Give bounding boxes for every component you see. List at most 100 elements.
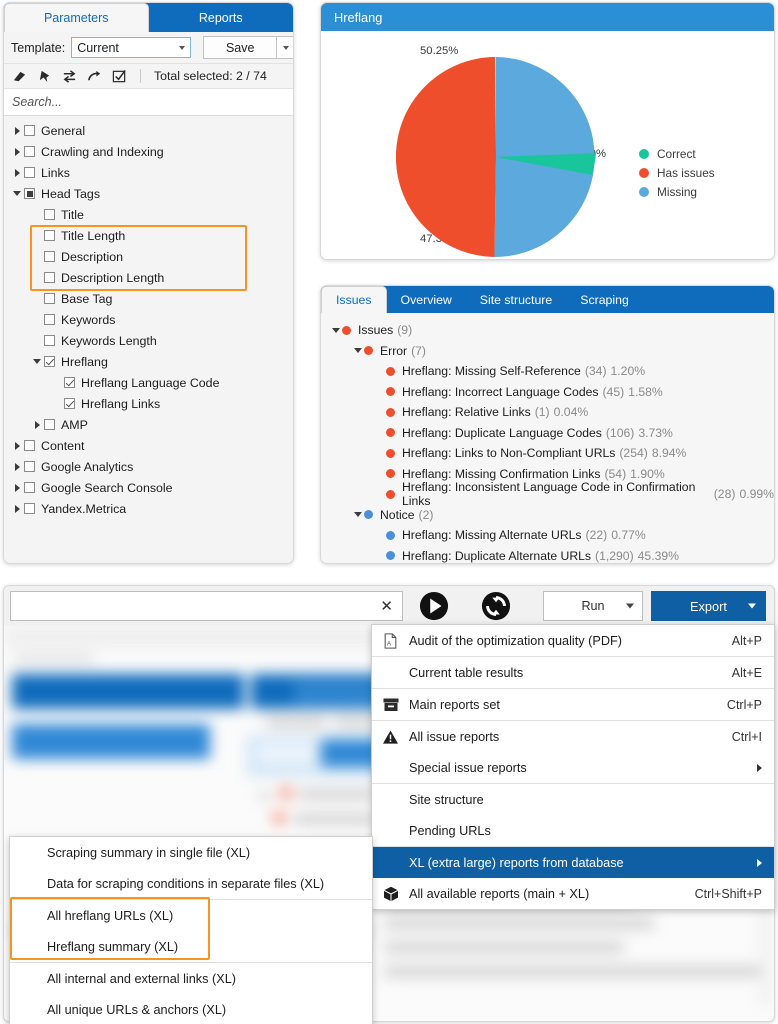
redo-icon[interactable] xyxy=(87,69,102,84)
tree-item-checkbox[interactable] xyxy=(44,209,55,220)
export-menu-item[interactable]: Site structure xyxy=(372,784,774,815)
issue-row[interactable]: Hreflang: Missing Alternate URLs(22)0.77… xyxy=(321,525,774,546)
swap-icon[interactable] xyxy=(62,69,77,84)
save-dropdown-button[interactable] xyxy=(277,36,294,59)
tree-item-amp[interactable]: AMP xyxy=(4,414,293,435)
run-select[interactable]: Run xyxy=(543,591,643,621)
tree-item-checkbox[interactable] xyxy=(24,146,35,157)
issue-row[interactable]: Hreflang: Links to Non-Compliant URLs(25… xyxy=(321,443,774,464)
template-select[interactable]: Current xyxy=(71,37,191,58)
rescan-button[interactable] xyxy=(479,589,513,623)
tree-item-checkbox[interactable] xyxy=(44,293,55,304)
chevron-right-icon[interactable] xyxy=(10,442,24,450)
tree-item-hreflang-links[interactable]: Hreflang Links xyxy=(4,393,293,414)
tree-item-general[interactable]: General xyxy=(4,120,293,141)
tree-item-google-analytics[interactable]: Google Analytics xyxy=(4,456,293,477)
chevron-right-icon[interactable] xyxy=(10,169,24,177)
clear-icon[interactable]: ✕ xyxy=(380,597,393,615)
check-all-icon[interactable] xyxy=(112,69,127,84)
save-button[interactable]: Save xyxy=(203,36,277,59)
tree-item-checkbox[interactable] xyxy=(24,482,35,493)
chevron-right-icon[interactable] xyxy=(10,463,24,471)
tree-item-yandex-metrica[interactable]: Yandex.Metrica xyxy=(4,498,293,519)
tree-item-checkbox[interactable] xyxy=(44,419,55,430)
xl-submenu-item[interactable]: Data for scraping conditions in separate… xyxy=(10,868,372,899)
start-crawl-button[interactable] xyxy=(417,589,451,623)
url-filter-field[interactable]: ✕ xyxy=(10,591,403,621)
chevron-down-icon[interactable] xyxy=(10,191,24,196)
tree-item-title-length[interactable]: Title Length xyxy=(4,225,293,246)
xl-submenu-item[interactable]: All unique URLs & anchors (XL) xyxy=(10,994,372,1024)
chevron-right-icon[interactable] xyxy=(10,484,24,492)
xl-submenu-item[interactable]: Scraping summary in single file (XL) xyxy=(10,837,372,868)
export-menu-item[interactable]: Main reports setCtrl+P xyxy=(372,689,774,720)
issue-count: (2) xyxy=(419,508,434,522)
tree-item-checkbox[interactable] xyxy=(64,377,75,388)
issues-tab-scraping[interactable]: Scraping xyxy=(566,286,643,313)
tree-item-title[interactable]: Title xyxy=(4,204,293,225)
chevron-down-icon[interactable] xyxy=(351,348,364,353)
issues-tab-issues[interactable]: Issues xyxy=(321,286,387,313)
issue-row[interactable]: Hreflang: Duplicate Language Codes(106)3… xyxy=(321,423,774,444)
export-menu-item[interactable]: XL (extra large) reports from database xyxy=(372,847,774,878)
export-menu-item[interactable]: All issue reportsCtrl+I xyxy=(372,721,774,752)
chevron-down-icon[interactable] xyxy=(351,512,364,517)
issue-row[interactable]: Hreflang: Incorrect Language Codes(45)1.… xyxy=(321,382,774,403)
pin-icon[interactable] xyxy=(37,69,52,84)
tree-item-hreflang-language-code[interactable]: Hreflang Language Code xyxy=(4,372,293,393)
issue-row[interactable]: Hreflang: Missing Self-Reference(34)1.20… xyxy=(321,361,774,382)
tree-item-checkbox[interactable] xyxy=(44,356,55,367)
issue-row[interactable]: Issues(9) xyxy=(321,320,774,341)
tree-item-checkbox[interactable] xyxy=(24,503,35,514)
tree-item-checkbox[interactable] xyxy=(44,251,55,262)
tree-item-base-tag[interactable]: Base Tag xyxy=(4,288,293,309)
chevron-right-icon[interactable] xyxy=(10,127,24,135)
chevron-down-icon[interactable] xyxy=(329,328,342,333)
xl-submenu-item[interactable]: All hreflang URLs (XL) xyxy=(10,900,372,931)
tree-item-keywords[interactable]: Keywords xyxy=(4,309,293,330)
tree-item-checkbox[interactable] xyxy=(24,188,35,199)
tree-item-head-tags[interactable]: Head Tags xyxy=(4,183,293,204)
tree-item-links[interactable]: Links xyxy=(4,162,293,183)
issues-tab-overview[interactable]: Overview xyxy=(387,286,466,313)
export-button[interactable]: Export xyxy=(651,591,766,621)
tree-item-hreflang[interactable]: Hreflang xyxy=(4,351,293,372)
issue-row[interactable]: Error(7) xyxy=(321,341,774,362)
tab-reports[interactable]: Reports xyxy=(149,3,294,32)
issue-row[interactable]: Hreflang: Inconsistent Language Code in … xyxy=(321,484,774,505)
export-menu-item[interactable]: All available reports (main + XL)Ctrl+Sh… xyxy=(372,878,774,909)
tree-item-description[interactable]: Description xyxy=(4,246,293,267)
tab-parameters[interactable]: Parameters xyxy=(4,3,149,32)
severity-dot-icon xyxy=(364,346,373,355)
tree-item-checkbox[interactable] xyxy=(44,272,55,283)
issue-row[interactable]: Hreflang: Duplicate Alternate URLs(1,290… xyxy=(321,546,774,565)
eraser-icon[interactable] xyxy=(12,69,27,84)
chevron-right-icon[interactable] xyxy=(10,505,24,513)
tree-item-description-length[interactable]: Description Length xyxy=(4,267,293,288)
export-menu-item[interactable]: Current table resultsAlt+E xyxy=(372,657,774,688)
tree-item-checkbox[interactable] xyxy=(24,440,35,451)
tree-item-google-search-console[interactable]: Google Search Console xyxy=(4,477,293,498)
export-menu-item[interactable]: AAudit of the optimization quality (PDF)… xyxy=(372,625,774,656)
tree-item-checkbox[interactable] xyxy=(24,461,35,472)
issue-row[interactable]: Hreflang: Relative Links(1)0.04% xyxy=(321,402,774,423)
xl-submenu-item[interactable]: All internal and external links (XL) xyxy=(10,963,372,994)
tree-item-checkbox[interactable] xyxy=(24,125,35,136)
export-menu-item[interactable]: Pending URLs xyxy=(372,815,774,846)
tree-item-checkbox[interactable] xyxy=(44,230,55,241)
chevron-down-icon[interactable] xyxy=(30,359,44,364)
tree-item-checkbox[interactable] xyxy=(24,167,35,178)
tree-item-content[interactable]: Content xyxy=(4,435,293,456)
xl-submenu-item[interactable]: Hreflang summary (XL) xyxy=(10,931,372,962)
search-input[interactable] xyxy=(12,95,285,109)
issues-tab-site-structure[interactable]: Site structure xyxy=(466,286,566,313)
export-menu-item[interactable]: Special issue reports xyxy=(372,752,774,783)
tree-item-checkbox[interactable] xyxy=(44,335,55,346)
tree-item-checkbox[interactable] xyxy=(44,314,55,325)
issue-count: (34) xyxy=(585,364,607,378)
tree-item-checkbox[interactable] xyxy=(64,398,75,409)
tree-item-crawling-and-indexing[interactable]: Crawling and Indexing xyxy=(4,141,293,162)
tree-item-keywords-length[interactable]: Keywords Length xyxy=(4,330,293,351)
chevron-right-icon[interactable] xyxy=(30,421,44,429)
chevron-right-icon[interactable] xyxy=(10,148,24,156)
